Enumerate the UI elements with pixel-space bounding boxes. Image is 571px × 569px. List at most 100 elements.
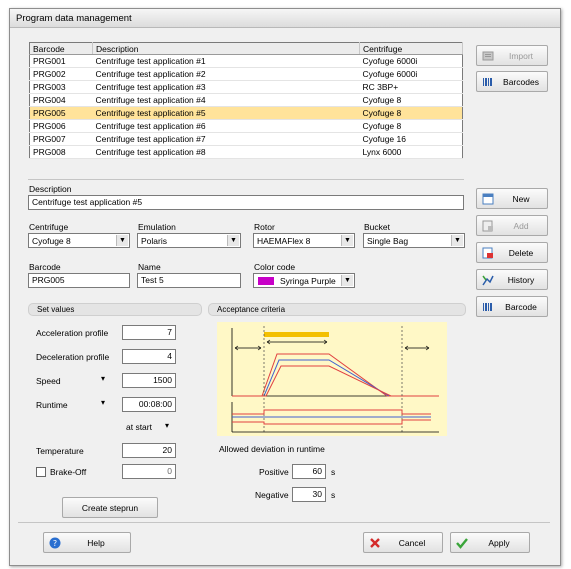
acceleration-profile-label: Acceleration profile (36, 328, 109, 338)
centrifuge-label: Centrifuge (29, 222, 69, 232)
brake-off-label: Brake-Off (50, 467, 87, 477)
positive-deviation-field[interactable]: 60 (292, 464, 326, 479)
emulation-select[interactable]: Polaris ▼ (137, 233, 241, 248)
program-table: Barcode Description Centrifuge PRG001 Cen… (29, 42, 463, 159)
negative-unit: s (331, 490, 336, 500)
runtime-field[interactable]: 00:08:00 (122, 397, 176, 412)
apply-label: Apply (488, 538, 510, 548)
import-icon (482, 51, 494, 61)
apply-button[interactable]: Apply (450, 532, 530, 553)
history-icon (482, 275, 494, 286)
negative-deviation-field[interactable]: 30 (292, 487, 326, 502)
centrifuge-cell: Cyofuge 8 (359, 106, 463, 120)
barcode-cell: PRG006 (29, 119, 93, 133)
barcode-cell: PRG008 (29, 145, 93, 159)
rotor-label: Rotor (254, 222, 275, 232)
speed-label: Speed (36, 376, 61, 386)
brake-off-field[interactable]: 0 (122, 464, 176, 479)
runtime-start-dropdown-icon[interactable]: ▾ (165, 421, 169, 430)
cancel-icon (370, 538, 380, 548)
description-cell: Centrifuge test application #2 (92, 67, 360, 81)
temperature-label: Temperature (36, 446, 84, 456)
description-cell: Centrifuge test application #7 (92, 132, 360, 146)
runtime-mode-dropdown-icon[interactable]: ▾ (101, 398, 105, 407)
name-field[interactable]: Test 5 (137, 273, 241, 288)
chevron-down-icon: ▼ (341, 235, 353, 246)
add-button[interactable]: Add (476, 215, 548, 236)
column-header-centrifuge[interactable]: Centrifuge (359, 42, 463, 55)
add-icon (482, 220, 493, 232)
cancel-button[interactable]: Cancel (363, 532, 443, 553)
delete-button[interactable]: Delete (476, 242, 548, 263)
barcodes-button[interactable]: Barcodes (476, 71, 548, 92)
description-cell: Centrifuge test application #8 (92, 145, 360, 159)
import-label: Import (508, 51, 534, 61)
table-row[interactable]: PRG005 Centrifuge test application #5 Cyof… (29, 106, 463, 120)
speed-unit-dropdown-icon[interactable]: ▾ (101, 374, 105, 383)
column-header-description[interactable]: Description (92, 42, 360, 55)
speed-field[interactable]: 1500 (122, 373, 176, 388)
delete-label: Delete (508, 248, 534, 258)
help-label: Help (87, 538, 105, 548)
table-row[interactable]: PRG004 Centrifuge test application #4 Cyof… (29, 93, 463, 107)
barcode-cell: PRG003 (29, 80, 93, 94)
bucket-label: Bucket (364, 222, 390, 232)
history-button[interactable]: History (476, 269, 548, 290)
bucket-value: Single Bag (367, 236, 409, 246)
column-header-barcode[interactable]: Barcode (29, 42, 93, 55)
centrifuge-select[interactable]: Cyofuge 8 ▼ (28, 233, 130, 248)
table-row[interactable]: PRG002 Centrifuge test application #2 Cyof… (29, 67, 463, 81)
description-cell: Centrifuge test application #4 (92, 93, 360, 107)
table-row[interactable]: PRG007 Centrifuge test application #7 Cyof… (29, 132, 463, 146)
description-label: Description (29, 184, 72, 194)
acceleration-profile-field[interactable]: 7 (122, 325, 176, 340)
color-code-select[interactable]: Syringa Purple ▼ (253, 273, 355, 288)
centrifuge-cell: Cyofuge 6000i (359, 67, 463, 81)
barcode-label: Barcode (29, 262, 61, 272)
barcode-icon (483, 303, 492, 311)
brake-off-checkbox[interactable] (36, 467, 46, 477)
description-cell: Centrifuge test application #1 (92, 54, 360, 68)
positive-unit: s (331, 467, 336, 477)
rotor-select[interactable]: HAEMAFlex 8 ▼ (253, 233, 355, 248)
emulation-value: Polaris (141, 236, 167, 246)
color-code-value: Syringa Purple (280, 276, 336, 286)
diagram-background (217, 322, 447, 436)
table-row[interactable]: PRG006 Centrifuge test application #6 Cyof… (29, 119, 463, 133)
centrifuge-value: Cyofuge 8 (32, 236, 71, 246)
checkmark-icon (456, 538, 468, 549)
centrifuge-cell: Cyofuge 8 (359, 93, 463, 107)
cancel-label: Cancel (398, 538, 426, 548)
create-steprun-button[interactable]: Create steprun (62, 497, 158, 518)
help-button[interactable]: ? Help (43, 532, 131, 553)
description-cell: Centrifuge test application #3 (92, 80, 360, 94)
positive-label: Positive (259, 467, 289, 477)
help-icon: ? (49, 537, 61, 549)
deceleration-profile-field[interactable]: 4 (122, 349, 176, 364)
set-values-title: Set values (37, 305, 75, 314)
new-icon (482, 193, 494, 205)
barcode-cell: PRG002 (29, 67, 93, 81)
temperature-field[interactable]: 20 (122, 443, 176, 458)
acceptance-criteria-header: Acceptance criteria (208, 303, 466, 316)
deceleration-profile-label: Deceleration profile (36, 352, 110, 362)
table-row[interactable]: PRG008 Centrifuge test application #8 Lynx… (29, 145, 463, 159)
barcode-cell: PRG001 (29, 54, 93, 68)
name-label: Name (138, 262, 161, 272)
barcode-button[interactable]: Barcode (476, 296, 548, 317)
barcode-field[interactable]: PRG005 (28, 273, 130, 288)
table-row[interactable]: PRG001 Centrifuge test application #1 Cyof… (29, 54, 463, 68)
centrifuge-cell: Lynx 6000 (359, 145, 463, 159)
divider (28, 179, 464, 180)
description-field[interactable]: Centrifuge test application #5 (28, 195, 464, 210)
bucket-select[interactable]: Single Bag ▼ (363, 233, 465, 248)
new-button[interactable]: New (476, 188, 548, 209)
description-cell: Centrifuge test application #6 (92, 119, 360, 133)
create-steprun-label: Create steprun (81, 503, 139, 513)
runtime-label: Runtime (36, 400, 68, 410)
runtime-start-value[interactable]: at start (126, 422, 152, 432)
negative-label: Negative (255, 490, 289, 500)
table-row[interactable]: PRG003 Centrifuge test application #3 RC 3… (29, 80, 463, 94)
add-label: Add (513, 221, 529, 231)
import-button[interactable]: Import (476, 45, 548, 66)
